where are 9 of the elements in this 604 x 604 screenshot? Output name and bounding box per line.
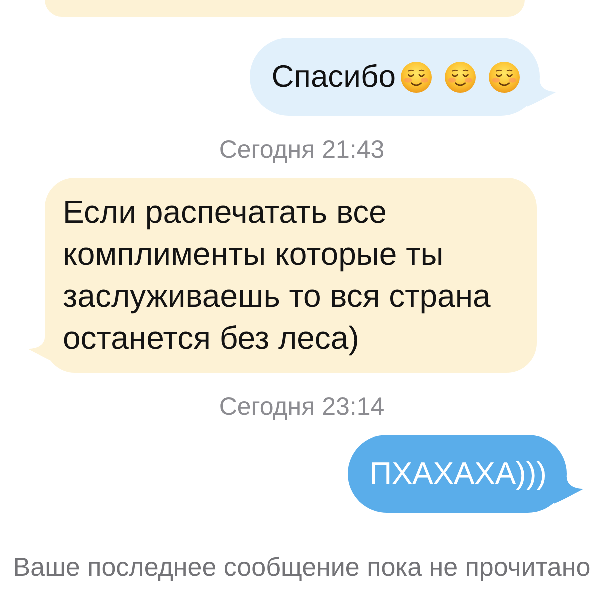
timestamp: Сегодня 23:14 (219, 392, 385, 422)
status-text: Ваше последнее сообщение пока не прочитано (12, 552, 592, 582)
smiling-face-icon (401, 62, 432, 92)
message-text: Спасибо (272, 59, 396, 95)
timestamp: Сегодня 21:43 (219, 135, 385, 165)
smiling-face-icon (489, 62, 520, 92)
message-text: Если распечатать все комплименты которые ты заслуживаешь то вся страна останется без леса) (63, 193, 492, 358)
message-text: ПХАХАХА))) (370, 456, 547, 492)
smiling-face-icon (445, 62, 476, 92)
